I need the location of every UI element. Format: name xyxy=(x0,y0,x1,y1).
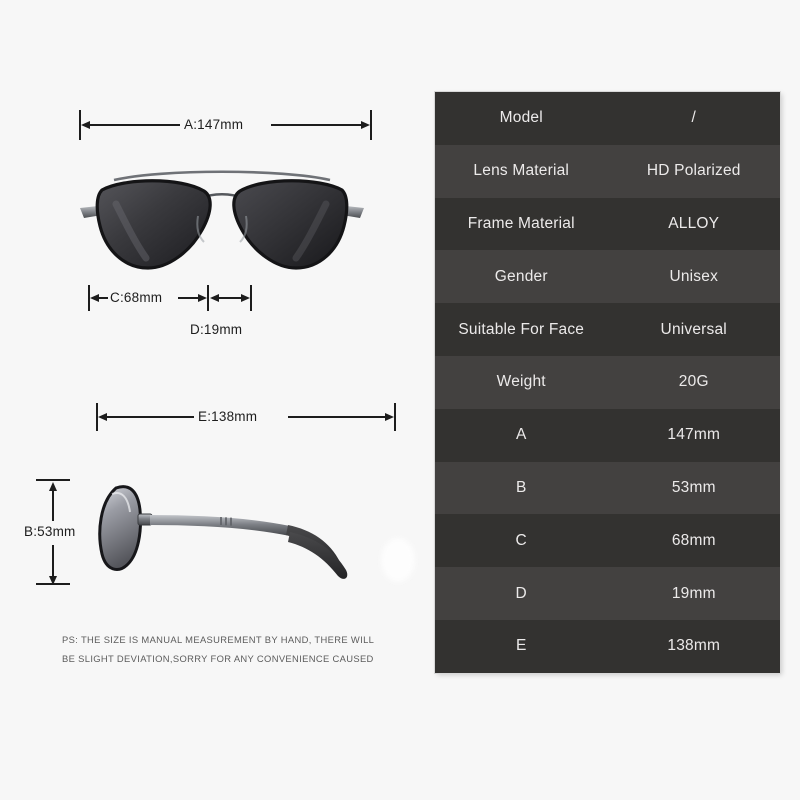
spec-key: Weight xyxy=(496,373,546,391)
disclaimer-line-1: PS: THE SIZE IS MANUAL MEASUREMENT BY HA… xyxy=(62,634,375,645)
spec-key: Gender xyxy=(494,267,548,285)
dimension-e-tick-right xyxy=(394,403,396,431)
spec-key: Model xyxy=(499,109,543,127)
dimension-c-tick-right xyxy=(207,285,209,311)
spec-value: 19mm xyxy=(671,584,716,602)
spec-row: A 147mm xyxy=(435,408,780,462)
spec-key: A xyxy=(515,426,527,444)
spec-row: Gender Unisex xyxy=(435,250,780,304)
spec-key: B xyxy=(515,478,527,496)
sunglasses-side-view xyxy=(98,485,348,579)
dimension-a-tick-right xyxy=(370,110,372,140)
specification-rows: Model / Lens Material HD Polarized Frame Mat… xyxy=(435,92,780,673)
spec-row: Suitable For Face Universal xyxy=(435,303,780,356)
spec-key: E xyxy=(515,637,527,655)
dimension-b-line-top xyxy=(52,486,54,521)
dimension-e-line-left xyxy=(102,416,194,418)
dimension-e-arrowhead-right xyxy=(385,413,394,421)
spec-key: D xyxy=(515,584,527,602)
spec-row: D 19mm xyxy=(435,567,780,620)
dimension-a-line-left xyxy=(85,124,180,126)
spec-key: Lens Material xyxy=(473,162,570,180)
spec-value: 20G xyxy=(678,373,709,391)
dimension-e-line-right xyxy=(288,416,389,418)
dimension-e-arrowhead-left xyxy=(98,413,107,421)
spec-key: Frame Material xyxy=(467,214,575,232)
dimension-c-line-right xyxy=(178,297,200,299)
spec-value: ALLOY xyxy=(668,214,720,232)
dimension-b-arrowhead-bottom xyxy=(48,576,57,585)
dimension-d-label: D:19mm xyxy=(190,322,243,337)
spec-row: B 53mm xyxy=(435,461,780,515)
dimension-c-arrowhead-right xyxy=(198,294,207,302)
dimension-b-arrowhead-top xyxy=(48,482,57,491)
dimension-a-arrowhead-left xyxy=(81,121,90,129)
dimension-b-label: B:53mm xyxy=(24,524,76,539)
dimension-d-tick-right xyxy=(250,285,252,311)
spec-value: 53mm xyxy=(671,478,716,496)
spec-key: Suitable For Face xyxy=(458,320,585,338)
dimension-c-label: C:68mm xyxy=(110,290,163,305)
spec-value: HD Polarized xyxy=(646,162,741,180)
spec-value: 147mm xyxy=(667,426,721,444)
dimension-a-label: A:147mm xyxy=(184,117,244,132)
disclaimer-note: PS: THE SIZE IS MANUAL MEASUREMENT BY HA… xyxy=(62,630,392,668)
dimension-c-arrowhead-left xyxy=(90,294,99,302)
spec-row: Weight 20G xyxy=(435,355,780,409)
dimension-b-tick-top xyxy=(36,479,70,481)
spec-value: Universal xyxy=(660,320,727,338)
spec-value: Unisex xyxy=(669,267,719,285)
spec-row: Model / xyxy=(435,92,780,145)
dimension-e-label: E:138mm xyxy=(198,409,258,424)
dimension-a-arrowhead-right xyxy=(361,121,370,129)
spec-value: 138mm xyxy=(667,637,721,655)
spec-row: E 138mm xyxy=(435,619,780,673)
spec-value: / xyxy=(691,109,696,127)
spec-value: 68mm xyxy=(671,531,716,549)
dimension-d-arrowhead-right xyxy=(241,294,250,302)
product-spec-page: A:147mm C:68mm D:19mm E:138mm B:53mm PS:… xyxy=(0,0,800,800)
spec-row: Frame Material ALLOY xyxy=(435,197,780,251)
spec-row: C 68mm xyxy=(435,514,780,568)
dimension-d-arrowhead-left xyxy=(210,294,219,302)
sunglasses-front-view xyxy=(80,170,364,270)
specification-table: Model / Lens Material HD Polarized Frame Mat… xyxy=(435,92,780,673)
image-artifact-blob xyxy=(381,538,415,582)
disclaimer-line-2: BE SLIGHT DEVIATION,SORRY FOR ANY CONVEN… xyxy=(62,653,374,664)
dimension-a-line-right xyxy=(271,124,365,126)
diagram-panel: A:147mm C:68mm D:19mm E:138mm B:53mm PS:… xyxy=(0,0,425,800)
spec-key: C xyxy=(515,531,527,549)
dimension-b-line-bottom xyxy=(52,545,54,577)
spec-row: Lens Material HD Polarized xyxy=(435,144,780,198)
